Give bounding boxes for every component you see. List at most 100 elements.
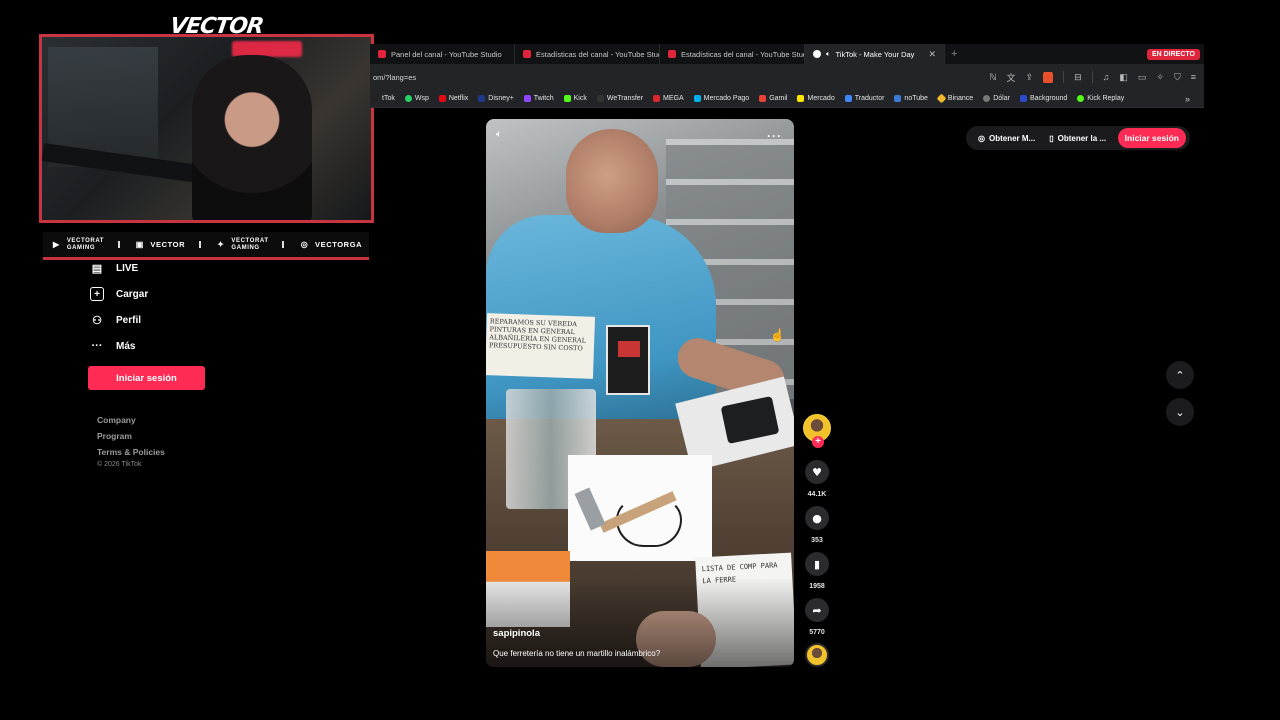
phone-icon: ▯ <box>1049 133 1054 143</box>
divider <box>1091 71 1093 83</box>
browser-tab[interactable]: Estadísticas del canal - YouTube Studi <box>660 44 805 64</box>
get-app-button[interactable]: ▯ Obtener la ... <box>1045 134 1110 143</box>
footer-link-company[interactable]: Company <box>97 415 136 425</box>
twitter-icon: ✦ <box>217 240 225 249</box>
menu-icon[interactable]: ≡ <box>1191 72 1196 82</box>
tab-title: Estadísticas del canal - YouTube Studi <box>536 49 660 59</box>
sidebar-item-live[interactable]: ▤ LIVE <box>90 261 138 275</box>
next-video-button[interactable]: ⌄ <box>1166 398 1194 426</box>
bookmark[interactable]: Kick <box>563 95 587 102</box>
bookmark-label: Kick <box>573 95 587 102</box>
get-coins-button[interactable]: ◎ Obtener M... <box>974 134 1039 143</box>
notube-icon <box>894 95 902 102</box>
video-more-options[interactable]: ··· <box>767 129 782 143</box>
upload-plus-icon: + <box>90 287 104 301</box>
browser-tab[interactable]: Panel del canal - YouTube Studio <box>370 44 515 64</box>
translate-icon[interactable]: 文 <box>1007 71 1016 84</box>
video-scene-flyer <box>606 325 650 395</box>
comment-button[interactable]: ● <box>805 506 829 530</box>
volume-icon[interactable]: 🔈︎ <box>496 129 502 140</box>
bookmark[interactable]: Netflix <box>438 95 469 102</box>
bookmark[interactable]: Disney+ <box>478 95 514 102</box>
bookmark[interactable]: Mercado <box>797 95 835 102</box>
disney-icon <box>478 95 486 102</box>
like-button[interactable]: ♥ <box>805 460 829 484</box>
url-text[interactable]: om/?lang=es <box>370 73 416 82</box>
bookmark[interactable]: tTok <box>372 95 395 102</box>
address-bar[interactable]: om/?lang=es ℕ 文 ⇪ ⊟ ♫ ◧ ▭ ✧ ⛉ ≡ <box>370 64 1204 90</box>
share-button[interactable]: ➦ <box>805 598 829 622</box>
chevron-double-right-icon[interactable]: » <box>1185 94 1190 104</box>
save-button[interactable]: ▮ <box>805 552 829 576</box>
header-login-button[interactable]: Iniciar sesión <box>1117 128 1186 148</box>
share-icon[interactable]: ⇪ <box>1026 72 1034 83</box>
browser-tab-active[interactable]: 🔈︎ TikTok - Make Your Day ✕ <box>805 44 945 64</box>
bookmark[interactable]: WeTransfer <box>596 95 643 102</box>
bookmark[interactable]: Dólar <box>983 95 1010 102</box>
bookmark[interactable]: Twitch <box>523 95 554 102</box>
heart-icon: ♥ <box>812 465 822 479</box>
bookmark[interactable]: Gamil <box>759 95 787 102</box>
new-tab-button[interactable]: + <box>951 48 957 60</box>
vpn-icon[interactable]: ⛉ <box>1174 72 1181 83</box>
sidebar-item-upload[interactable]: + Cargar <box>90 287 148 301</box>
share-arrow-icon: ➦ <box>812 603 822 617</box>
bookmark[interactable]: Mercado Pago <box>693 95 749 102</box>
youtube-studio-icon <box>668 50 676 58</box>
bookmark[interactable]: noTube <box>894 95 928 102</box>
follow-button[interactable]: + <box>812 436 824 448</box>
profile-icon: ⚇ <box>92 314 102 327</box>
live-tv-icon: ▤ <box>91 262 103 275</box>
save-count: 1958 <box>809 583 825 590</box>
bookmark[interactable]: Binance <box>936 93 973 104</box>
whatsapp-icon <box>404 95 412 102</box>
brave-shields-icon[interactable] <box>1043 71 1054 83</box>
video-author[interactable]: sapipinola <box>493 628 540 639</box>
sidebar-item-label: LIVE <box>116 262 139 274</box>
youtube-studio-icon <box>378 50 386 58</box>
chevron-up-icon: ⌃ <box>1175 368 1185 382</box>
footer-link-program[interactable]: Program <box>97 431 132 441</box>
footer-link-terms[interactable]: Terms & Policies <box>97 447 165 457</box>
bookmark[interactable]: Traductor <box>844 95 885 102</box>
sidebar-item-more[interactable]: ··· Más <box>90 339 136 353</box>
gmail-icon <box>759 95 767 102</box>
browser-tab-bar: Panel del canal - YouTube Studio Estadís… <box>370 44 1204 64</box>
social-label: VECTORGA <box>314 240 363 249</box>
chevron-down-icon: ⌄ <box>1175 405 1185 419</box>
get-app-label: Obtener la ... <box>1057 133 1107 143</box>
wallet-icon[interactable]: ▭ <box>1138 72 1147 83</box>
bookmark-label: tTok <box>382 95 395 102</box>
previous-video-button[interactable]: ⌃ <box>1166 361 1194 389</box>
sidebar-login-button[interactable]: Iniciar sesión <box>88 366 205 390</box>
bookmark[interactable]: Background <box>1019 95 1068 102</box>
music-disc-icon[interactable] <box>805 643 829 667</box>
bookmark-label: Twitch <box>533 95 554 102</box>
bookmark[interactable]: Wsp <box>404 95 429 102</box>
sidebar-toggle-icon[interactable]: ⊟ <box>1074 72 1082 83</box>
leo-ai-icon[interactable]: ✧ <box>1156 72 1164 83</box>
bookmark-label: Kick Replay <box>1087 95 1125 102</box>
twitch-icon <box>523 95 531 102</box>
separator <box>117 241 120 248</box>
like-count: 44.1K <box>807 491 827 498</box>
sidebar-item-profile[interactable]: ⚇ Perfil <box>90 313 141 327</box>
split-view-icon[interactable]: ◧ <box>1119 72 1128 83</box>
browser-tab[interactable]: Estadísticas del canal - YouTube Studi <box>515 44 660 64</box>
youtube-icon: ▶ <box>52 240 60 249</box>
close-tab-icon[interactable]: ✕ <box>928 49 936 60</box>
coin-icon: ◎ <box>978 133 985 143</box>
bookmark-label: Background <box>1029 95 1068 102</box>
bookmark[interactable]: MEGA <box>653 95 684 102</box>
bookmark-label: Netflix <box>448 95 469 102</box>
kick-replay-icon <box>1077 95 1085 102</box>
video-player[interactable]: REPARAMOS SU VEREDA PINTURAS EN GENERAL … <box>486 119 794 667</box>
video-scene-head <box>566 129 658 233</box>
copyright: © 2026 TikTok <box>97 461 142 468</box>
share-count: 5770 <box>809 629 825 636</box>
bookmark[interactable]: Kick Replay <box>1077 95 1124 102</box>
bookmark-label: Traductor <box>854 95 885 102</box>
reader-icon[interactable]: ℕ <box>989 72 996 83</box>
media-icon[interactable]: ♫ <box>1103 72 1110 82</box>
comment-count: 353 <box>811 537 823 544</box>
